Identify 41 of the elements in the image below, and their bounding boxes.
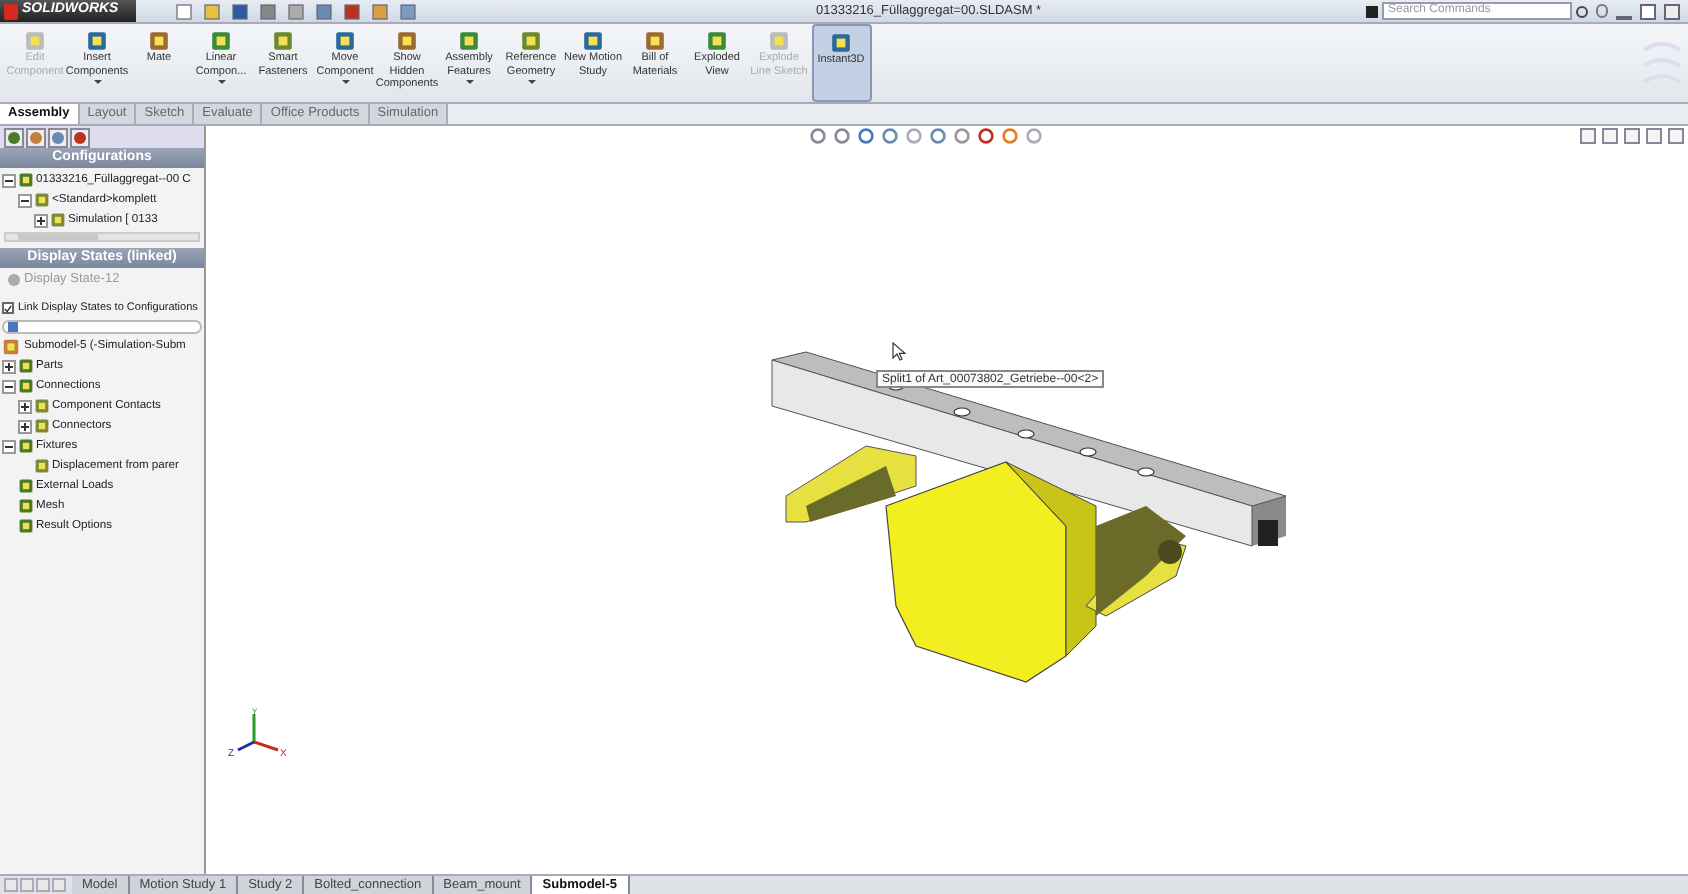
expand-icon[interactable] — [2, 359, 16, 373]
caret-icon — [341, 80, 349, 84]
tool-icon — [582, 30, 604, 52]
expand-icon[interactable] — [18, 399, 32, 413]
tool-icon — [706, 30, 728, 52]
collapse-icon[interactable] — [2, 439, 16, 453]
expand-icon[interactable] — [34, 213, 48, 227]
horizontal-scrollbar[interactable] — [4, 232, 200, 242]
tool-icon — [458, 30, 480, 52]
panel-tab-icon[interactable] — [26, 127, 46, 147]
checkbox[interactable] — [2, 302, 14, 314]
restore-icon[interactable] — [1640, 3, 1656, 19]
caret-icon — [527, 80, 535, 84]
search-icon — [1576, 5, 1588, 17]
filter-field[interactable] — [2, 320, 202, 334]
tool-icon — [24, 30, 46, 52]
tool-icon — [830, 32, 852, 54]
tool-icon — [396, 30, 418, 52]
caret-icon — [465, 80, 473, 84]
tool-icon — [334, 30, 356, 52]
tool-icon — [768, 30, 790, 52]
collapse-icon[interactable] — [18, 193, 32, 207]
tool-icon — [272, 30, 294, 52]
tool-icon — [148, 30, 170, 52]
collapse-icon[interactable] — [2, 173, 16, 187]
tool-icon — [644, 30, 666, 52]
filter-icon — [8, 322, 18, 332]
tool-icon — [86, 30, 108, 52]
logo-mark-icon — [4, 3, 18, 19]
close-icon[interactable] — [1664, 3, 1680, 19]
panel-tab-icon[interactable] — [4, 127, 24, 147]
tool-icon — [520, 30, 542, 52]
terminal-icon — [1366, 5, 1378, 17]
caret-icon — [217, 80, 225, 84]
cursor-icon — [892, 342, 906, 362]
panel-tab-icon[interactable] — [70, 127, 90, 147]
panel-tab-icon[interactable] — [48, 127, 68, 147]
collapse-icon[interactable] — [2, 379, 16, 393]
tool-icon — [210, 30, 232, 52]
caret-icon — [93, 80, 101, 84]
expand-icon[interactable] — [18, 419, 32, 433]
